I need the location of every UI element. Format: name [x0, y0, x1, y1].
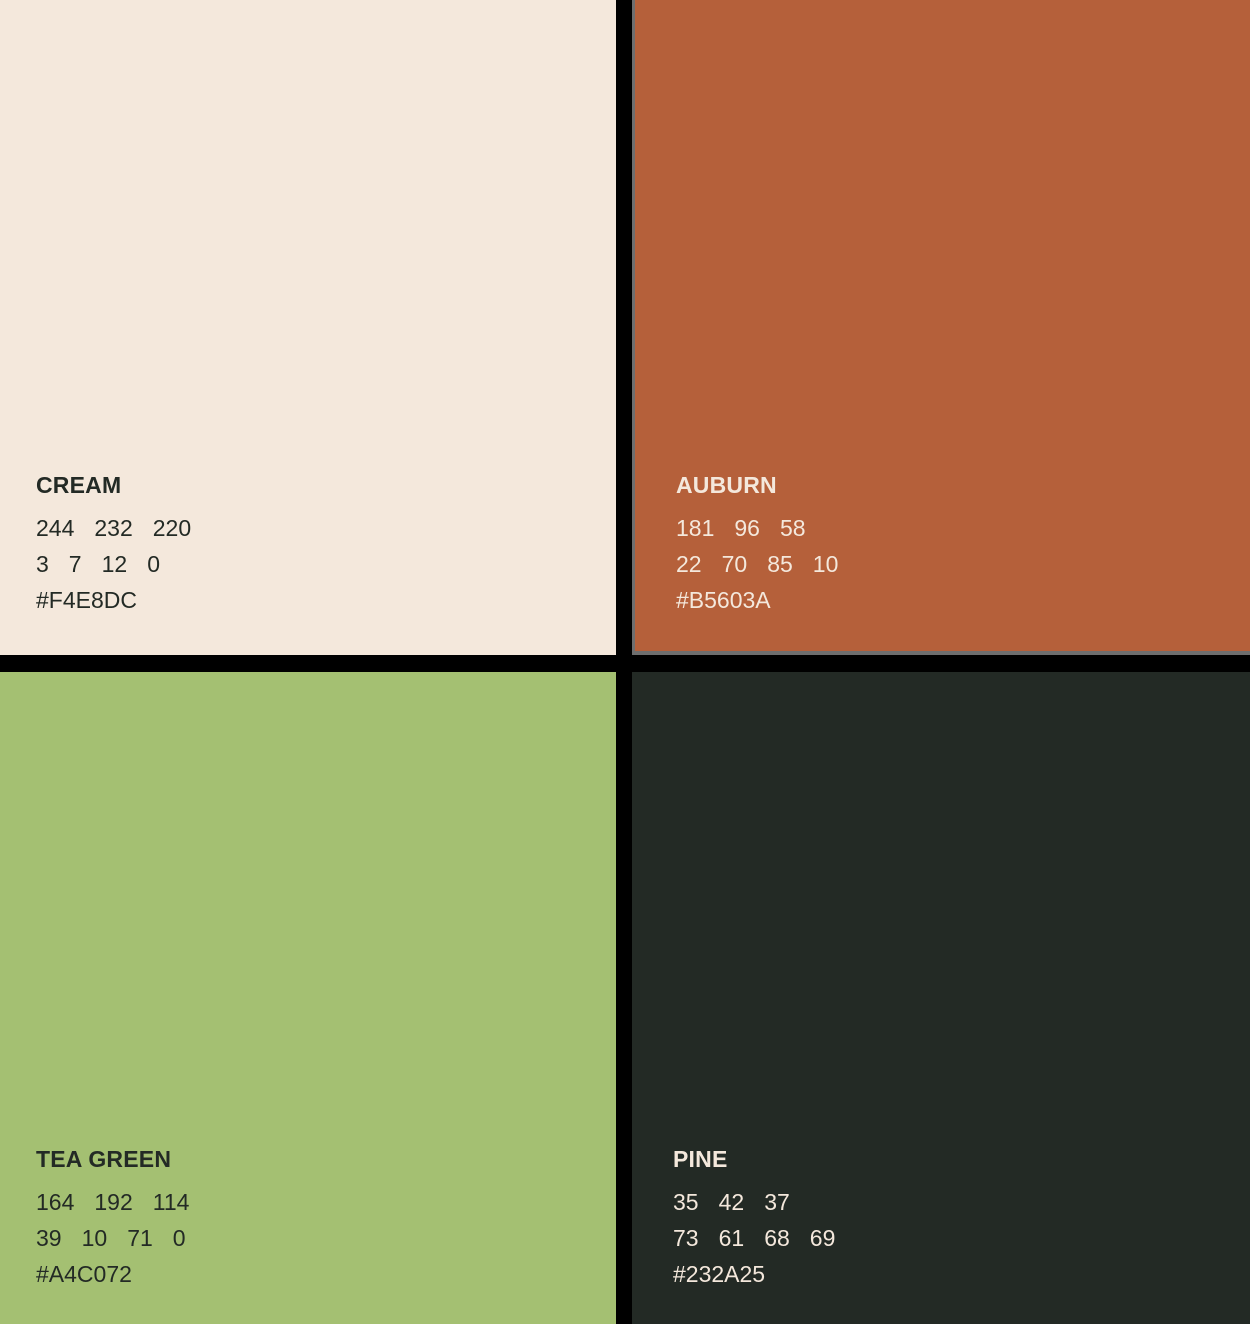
rgb-values: 244 232 220	[36, 510, 191, 546]
cmyk-c: 22	[676, 551, 702, 577]
hex-value: #B5603A	[676, 582, 838, 618]
rgb-b: 58	[779, 515, 806, 541]
hex-value: #232A25	[673, 1256, 835, 1292]
color-name: TEA GREEN	[36, 1146, 172, 1172]
rgb-r: 181	[676, 515, 715, 541]
cmyk-y: 85	[767, 551, 793, 577]
color-name: AUBURN	[676, 472, 777, 498]
cmyk-values: 39 10 71 0	[36, 1220, 189, 1256]
hex-value: #F4E8DC	[36, 582, 191, 618]
rgb-r: 244	[36, 515, 75, 541]
rgb-b: 220	[152, 515, 192, 541]
rgb-g: 96	[734, 515, 760, 541]
cmyk-values: 3 7 12 0	[36, 546, 191, 582]
swatch-cream: CREAM 244 232 220 3 7 12 0 #F4E8DC	[0, 0, 616, 655]
swatch-info: TEA GREEN 164 192 114 39 10 71 0 #A4C072	[36, 1144, 189, 1292]
cmyk-y: 68	[764, 1225, 790, 1251]
cmyk-k: 69	[809, 1225, 836, 1251]
rgb-r: 35	[673, 1189, 699, 1215]
cmyk-c: 3	[36, 551, 49, 577]
swatch-info: AUBURN 181 96 58 22 70 85 10 #B5603A	[676, 470, 838, 618]
rgb-b: 37	[764, 1189, 790, 1215]
hex-code: #B5603A	[676, 587, 771, 613]
cmyk-y: 71	[127, 1225, 153, 1251]
swatch-tea-green: TEA GREEN 164 192 114 39 10 71 0 #A4C072	[0, 672, 616, 1324]
swatch-info: PINE 35 42 37 73 61 68 69 #232A25	[673, 1144, 835, 1292]
cmyk-k: 10	[812, 551, 839, 577]
color-name: PINE	[673, 1146, 728, 1172]
cmyk-values: 22 70 85 10	[676, 546, 838, 582]
rgb-values: 181 96 58	[676, 510, 838, 546]
rgb-values: 35 42 37	[673, 1184, 835, 1220]
rgb-g: 232	[94, 515, 133, 541]
cmyk-k: 0	[172, 1225, 186, 1251]
cmyk-c: 39	[36, 1225, 62, 1251]
swatch-auburn: AUBURN 181 96 58 22 70 85 10 #B5603A	[632, 0, 1250, 655]
hex-code: #232A25	[673, 1261, 766, 1287]
cmyk-values: 73 61 68 69	[673, 1220, 835, 1256]
swatch-info: CREAM 244 232 220 3 7 12 0 #F4E8DC	[36, 470, 191, 618]
cmyk-m: 10	[81, 1225, 108, 1251]
rgb-g: 192	[94, 1189, 133, 1215]
rgb-values: 164 192 114	[36, 1184, 189, 1220]
hex-code: #A4C072	[36, 1261, 132, 1287]
color-name: CREAM	[36, 472, 122, 498]
rgb-b: 114	[152, 1189, 190, 1215]
cmyk-c: 73	[673, 1225, 699, 1251]
hex-code: #F4E8DC	[36, 587, 137, 613]
swatch-pine: PINE 35 42 37 73 61 68 69 #232A25	[632, 672, 1250, 1324]
cmyk-m: 70	[721, 551, 748, 577]
cmyk-k: 0	[147, 551, 160, 577]
cmyk-y: 12	[101, 551, 128, 577]
rgb-g: 42	[718, 1189, 745, 1215]
hex-value: #A4C072	[36, 1256, 189, 1292]
rgb-r: 164	[36, 1189, 75, 1215]
cmyk-m: 61	[718, 1225, 745, 1251]
cmyk-m: 7	[68, 551, 82, 577]
